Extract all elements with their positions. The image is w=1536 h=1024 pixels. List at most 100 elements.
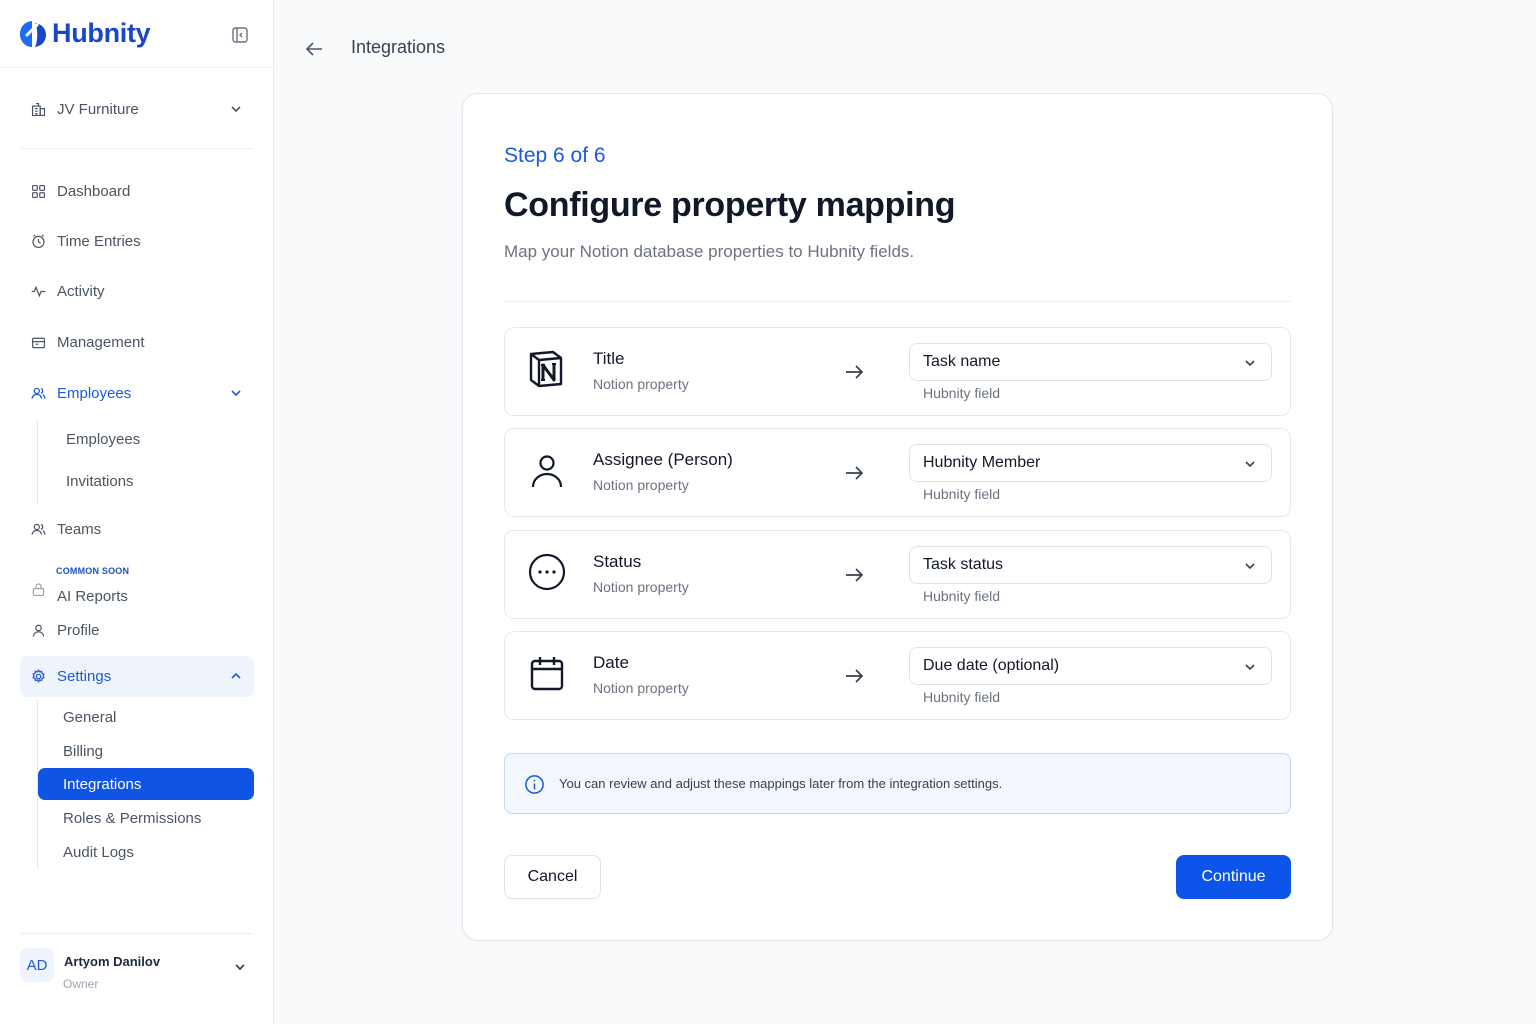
arrow-right-icon xyxy=(846,466,864,480)
user-menu[interactable]: AD Artyom Danilov Owner xyxy=(20,946,254,994)
user-icon xyxy=(32,624,45,637)
info-text: You can review and adjust these mappings… xyxy=(559,776,1003,791)
nav-label: Employees xyxy=(57,384,132,402)
arrow-right-icon xyxy=(846,365,864,379)
chevron-down-icon xyxy=(235,964,245,971)
mapping-row: Date Notion property Due date (optional)… xyxy=(504,631,1291,720)
hubnity-field-label: Hubnity field xyxy=(923,588,1001,604)
avatar: AD xyxy=(20,948,54,982)
chevron-down-icon xyxy=(1245,664,1255,671)
notion-property-label: Notion property xyxy=(593,579,689,595)
divider xyxy=(0,67,273,68)
team-icon xyxy=(31,523,46,535)
divider xyxy=(504,301,1291,302)
nav-sub-invitations[interactable]: Invitations xyxy=(38,465,254,497)
info-icon xyxy=(525,775,544,794)
status-icon xyxy=(528,553,566,591)
nav-label: Time Entries xyxy=(57,232,141,250)
wizard-title: Configure property mapping xyxy=(504,186,956,224)
sidebar: Hubnity JV Furniture Dashboard Time Entr… xyxy=(0,0,274,1024)
nav-label: Dashboard xyxy=(57,182,131,200)
divider xyxy=(20,148,253,149)
wizard-card: Step 6 of 6 Configure property mapping M… xyxy=(462,93,1333,941)
notion-property-label: Notion property xyxy=(593,477,689,493)
notion-property-name: Date xyxy=(593,653,629,672)
notion-logo-icon xyxy=(529,350,563,388)
info-banner: You can review and adjust these mappings… xyxy=(504,753,1291,814)
hubnity-field-select[interactable]: Due date (optional) xyxy=(909,647,1272,685)
nav-profile[interactable]: Profile xyxy=(20,611,254,649)
person-icon xyxy=(531,455,563,488)
nav-label: Settings xyxy=(57,668,112,685)
hubnity-field-select[interactable]: Hubnity Member xyxy=(909,444,1272,482)
chevron-down-icon xyxy=(1245,563,1255,570)
lock-icon xyxy=(32,582,45,596)
wizard-subtitle: Map your Notion database properties to H… xyxy=(504,242,915,261)
notion-property-name: Status xyxy=(593,552,642,571)
hubnity-field-label: Hubnity field xyxy=(923,689,1001,705)
user-role: Owner xyxy=(63,977,99,991)
nav-sub-billing[interactable]: Billing xyxy=(38,735,254,767)
hubnity-logo-icon xyxy=(20,20,46,47)
nav-management[interactable]: Management xyxy=(20,323,254,361)
arrow-right-icon xyxy=(846,568,864,582)
continue-button[interactable]: Continue xyxy=(1176,855,1291,899)
brand-name: Hubnity xyxy=(52,18,151,48)
nav-label: Profile xyxy=(57,621,100,639)
building-icon xyxy=(31,102,46,116)
workspace-switcher[interactable]: JV Furniture xyxy=(20,90,252,128)
hubnity-field-select[interactable]: Task status xyxy=(909,546,1272,584)
notion-property-label: Notion property xyxy=(593,376,689,392)
nav-settings[interactable]: Settings xyxy=(20,656,254,697)
select-value: Hubnity Member xyxy=(923,454,1041,471)
nav-sub-general[interactable]: General xyxy=(38,701,254,733)
nav-teams[interactable]: Teams xyxy=(20,510,254,548)
nav-label: AI Reports xyxy=(57,587,128,605)
select-value: Task name xyxy=(923,353,1001,370)
brand[interactable]: Hubnity xyxy=(18,18,151,49)
cancel-button[interactable]: Cancel xyxy=(504,855,601,899)
chevron-down-icon xyxy=(231,390,241,397)
arrow-right-icon xyxy=(846,669,864,683)
gear-icon xyxy=(32,668,45,683)
back-arrow-icon[interactable] xyxy=(304,38,326,60)
nav-time-entries[interactable]: Time Entries xyxy=(20,222,254,260)
chevron-down-icon xyxy=(231,106,241,113)
nav-label: Activity xyxy=(57,282,105,300)
notion-property-label: Notion property xyxy=(593,680,689,696)
nav-sub-integrations[interactable]: Integrations xyxy=(38,768,254,800)
nav-dashboard[interactable]: Dashboard xyxy=(20,172,254,210)
nav-activity[interactable]: Activity xyxy=(20,272,254,310)
nav-label: Management xyxy=(57,333,145,351)
calendar-icon xyxy=(530,657,564,691)
nav-ai-reports: AI Reports xyxy=(20,570,254,608)
users-icon xyxy=(31,387,46,399)
hubnity-field-select[interactable]: Task name xyxy=(909,343,1272,381)
mapping-row: Status Notion property Task status Hubni… xyxy=(504,530,1291,619)
collapse-sidebar-icon[interactable] xyxy=(230,25,250,45)
hubnity-field-label: Hubnity field xyxy=(923,385,1001,401)
user-name: Artyom Danilov xyxy=(64,954,161,969)
activity-icon xyxy=(31,285,46,297)
chevron-up-icon xyxy=(231,672,241,679)
notion-property-name: Title xyxy=(593,349,625,368)
select-value: Task status xyxy=(923,556,1004,573)
step-indicator: Step 6 of 6 xyxy=(504,144,606,167)
nav-sub-roles-permissions[interactable]: Roles & Permissions xyxy=(38,802,254,834)
chevron-down-icon xyxy=(1245,360,1255,367)
workspace-name: JV Furniture xyxy=(57,100,139,118)
nav-sub-audit-logs[interactable]: Audit Logs xyxy=(38,836,254,868)
page-title: Integrations xyxy=(351,37,446,57)
nav-label: Teams xyxy=(57,520,102,538)
grid-icon xyxy=(31,184,46,198)
nav-sub-employees[interactable]: Employees xyxy=(38,423,254,455)
briefcase-icon xyxy=(31,337,46,348)
mapping-row: Title Notion property Task name Hubnity … xyxy=(504,327,1291,416)
chevron-down-icon xyxy=(1245,461,1255,468)
notion-property-name: Assignee (Person) xyxy=(593,450,733,469)
clock-icon xyxy=(32,234,45,248)
select-value: Due date (optional) xyxy=(923,657,1060,674)
nav-employees[interactable]: Employees xyxy=(20,374,254,412)
mapping-row: Assignee (Person) Notion property Hubnit… xyxy=(504,428,1291,517)
hubnity-field-label: Hubnity field xyxy=(923,486,1001,502)
